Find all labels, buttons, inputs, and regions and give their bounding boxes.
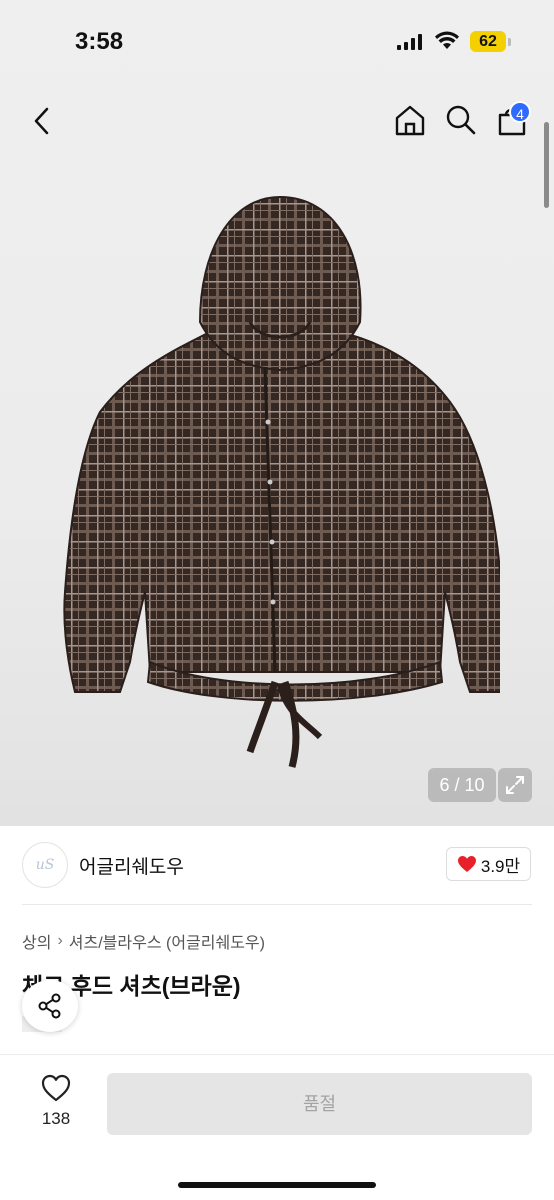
brand-name[interactable]: 어글리쉐도우	[79, 852, 184, 879]
breadcrumb-subcategory[interactable]: 셔츠/블라우스 (어글리쉐도우)	[69, 929, 265, 953]
expand-image-button[interactable]	[498, 768, 532, 802]
breadcrumb-category[interactable]: 상의	[22, 929, 51, 953]
wishlist-count: 138	[41, 1109, 71, 1128]
wishlist-button[interactable]: 138	[30, 1074, 82, 1132]
brand-row: uS 어글리쉐도우 3.9만	[0, 826, 554, 904]
brand-like-button[interactable]: 3.9만	[446, 847, 531, 881]
back-icon	[34, 107, 49, 135]
product-image	[63, 195, 500, 768]
product-image-area[interactable]: 3:58 62 4 6 / 10	[0, 0, 554, 826]
wifi-icon	[435, 31, 459, 49]
chevron-right-icon: ›	[57, 932, 63, 949]
scrollbar[interactable]	[544, 122, 549, 208]
battery-indicator: 62	[470, 31, 506, 52]
home-indicator[interactable]	[178, 1182, 376, 1188]
share-icon	[38, 993, 61, 1019]
cart-count-badge: 4	[509, 101, 531, 123]
status-time: 3:58	[75, 28, 124, 55]
brand-logo[interactable]: uS	[22, 842, 68, 888]
brand-logo-text: uS	[35, 857, 55, 873]
home-icon	[395, 105, 425, 136]
expand-icon	[506, 776, 524, 794]
divider	[22, 904, 532, 905]
home-button[interactable]	[393, 103, 427, 137]
brand-like-count: 3.9만	[480, 856, 521, 876]
share-button[interactable]	[22, 980, 78, 1032]
battery-tip	[508, 38, 511, 46]
heart-outline-icon	[41, 1074, 71, 1102]
search-button[interactable]	[444, 103, 478, 137]
signal-icon	[397, 34, 422, 50]
image-counter: 6 / 10	[428, 768, 496, 802]
search-icon	[446, 105, 476, 135]
sold-out-button[interactable]: 품절	[107, 1073, 532, 1135]
status-bar: 3:58 62	[0, 0, 554, 84]
breadcrumb: 상의 › 셔츠/블라우스 (어글리쉐도우)	[22, 929, 265, 953]
back-button[interactable]	[24, 104, 58, 138]
heart-icon	[457, 856, 476, 872]
